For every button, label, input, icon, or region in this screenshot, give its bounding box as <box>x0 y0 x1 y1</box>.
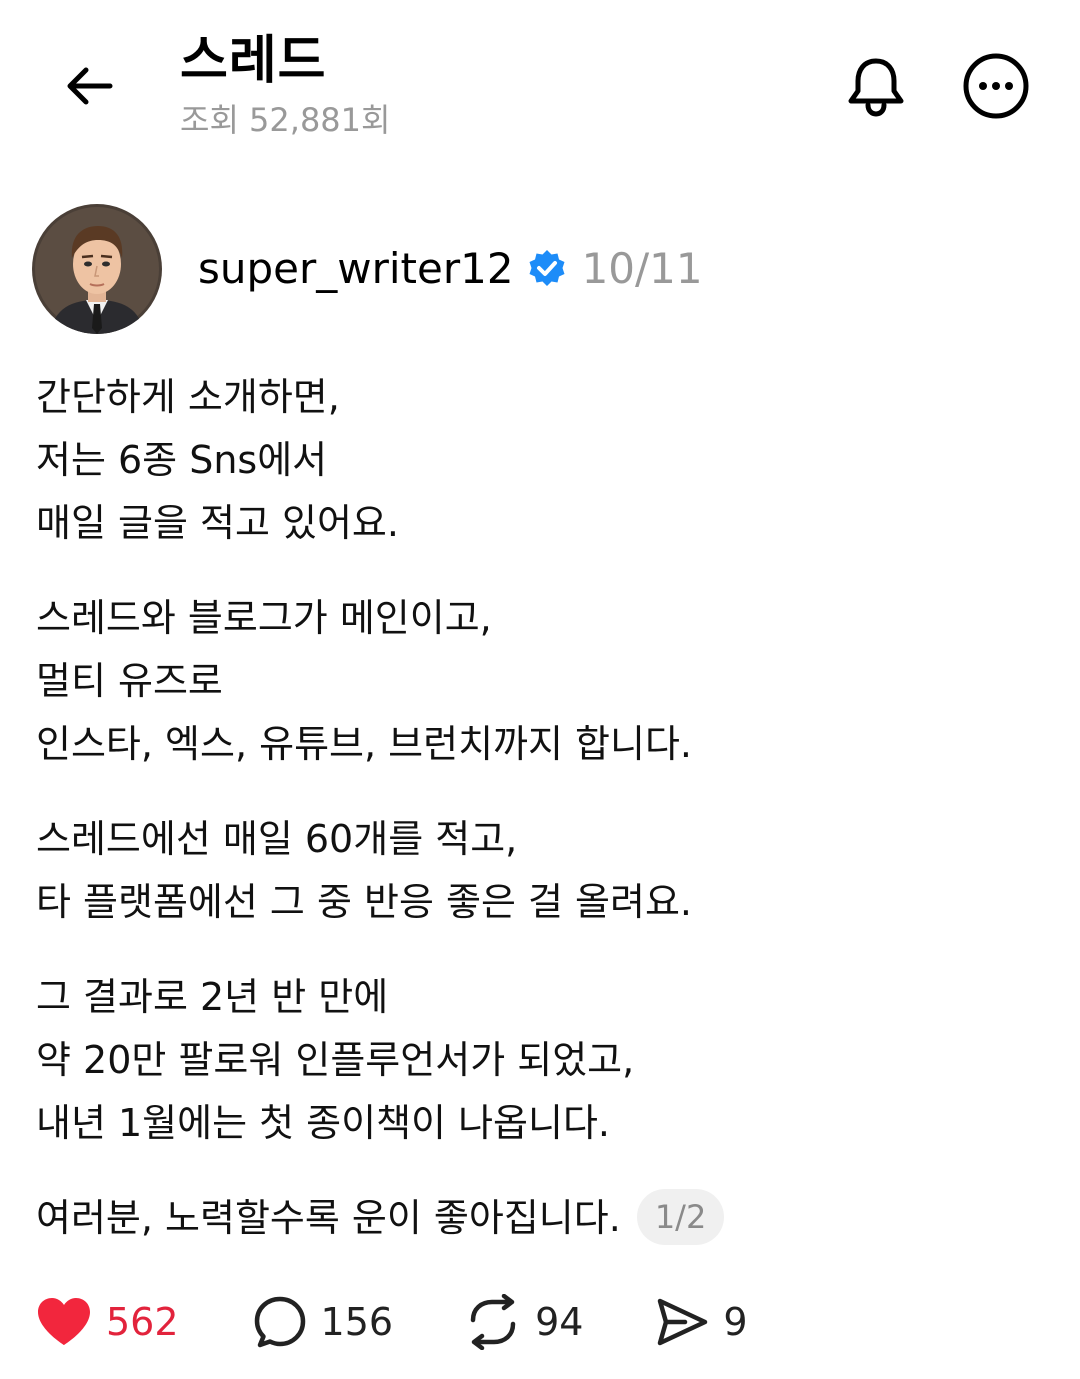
share-button[interactable]: 9 <box>655 1295 748 1349</box>
like-count: 562 <box>106 1300 179 1344</box>
profile-picture <box>32 204 162 334</box>
post-line: 약 20만 팔로워 인플루언서가 되었고, <box>36 1038 635 1082</box>
author-row: super_writer12 10/11 <box>32 204 703 334</box>
more-options-button[interactable] <box>960 50 1032 122</box>
post-line-last: 여러분, 노력할수록 운이 좋아집니다. 1/2 <box>36 1187 1046 1250</box>
heart-icon <box>38 1298 90 1345</box>
page-indicator[interactable]: 1/2 <box>636 1188 725 1245</box>
notification-button[interactable] <box>840 48 912 124</box>
share-count: 9 <box>723 1300 748 1344</box>
more-options-icon <box>963 53 1029 119</box>
post-line: 타 플랫폼에선 그 중 반응 좋은 걸 올려요. <box>36 880 692 924</box>
post-line: 스레드와 블로그가 메인이고, <box>36 596 492 640</box>
post-line: 간단하게 소개하면, <box>36 375 340 419</box>
repost-count: 94 <box>535 1300 584 1344</box>
post-line: 매일 글을 적고 있어요. <box>36 501 399 545</box>
post-line: 내년 1월에는 첫 종이책이 나옵니다. <box>36 1101 611 1145</box>
bell-icon <box>848 58 904 117</box>
avatar[interactable] <box>32 204 162 334</box>
post-line: 스레드에선 매일 60개를 적고, <box>36 817 518 861</box>
top-bar: 스레드 조회 52,881회 <box>0 0 1080 160</box>
post-date: 10/11 <box>581 244 703 293</box>
username[interactable]: super_writer12 <box>198 244 514 294</box>
comment-icon <box>254 1296 305 1348</box>
post-line: 멀티 유즈로 <box>36 659 223 703</box>
back-arrow-icon <box>67 67 113 105</box>
post-paragraph: 스레드에선 매일 60개를 적고, 타 플랫폼에선 그 중 반응 좋은 걸 올려… <box>36 808 1046 934</box>
post-line: 그 결과로 2년 반 만에 <box>36 975 389 1019</box>
post-paragraph: 여러분, 노력할수록 운이 좋아집니다. 1/2 <box>36 1187 1046 1250</box>
action-bar: 562 156 94 9 <box>36 1290 748 1354</box>
page-title: 스레드 <box>180 31 327 91</box>
repost-button[interactable]: 94 <box>465 1294 583 1350</box>
title-block: 스레드 조회 52,881회 <box>180 30 390 140</box>
post-paragraph: 스레드와 블로그가 메인이고, 멀티 유즈로 인스타, 엑스, 유튜브, 브런치… <box>36 587 1046 776</box>
reply-count: 156 <box>320 1300 394 1344</box>
post-paragraph: 간단하게 소개하면, 저는 6종 Sns에서 매일 글을 적고 있어요. <box>36 366 1046 555</box>
post-paragraph: 그 결과로 2년 반 만에 약 20만 팔로워 인플루언서가 되었고, 내년 1… <box>36 966 1046 1155</box>
like-button[interactable]: 562 <box>36 1297 179 1347</box>
reply-button[interactable]: 156 <box>253 1295 394 1349</box>
post-line-text: 여러분, 노력할수록 운이 좋아집니다. <box>36 1196 621 1240</box>
post-body: 간단하게 소개하면, 저는 6종 Sns에서 매일 글을 적고 있어요. 스레드… <box>36 366 1046 1282</box>
view-count: 조회 52,881회 <box>180 101 391 139</box>
post-line: 인스타, 엑스, 유튜브, 브런치까지 합니다. <box>36 722 692 766</box>
repost-icon <box>470 1294 516 1350</box>
verified-badge-icon <box>529 250 565 286</box>
send-icon <box>658 1298 708 1346</box>
post-line: 저는 6종 Sns에서 <box>36 438 328 482</box>
back-button[interactable] <box>56 52 124 120</box>
author-meta: super_writer12 10/11 <box>198 244 703 294</box>
